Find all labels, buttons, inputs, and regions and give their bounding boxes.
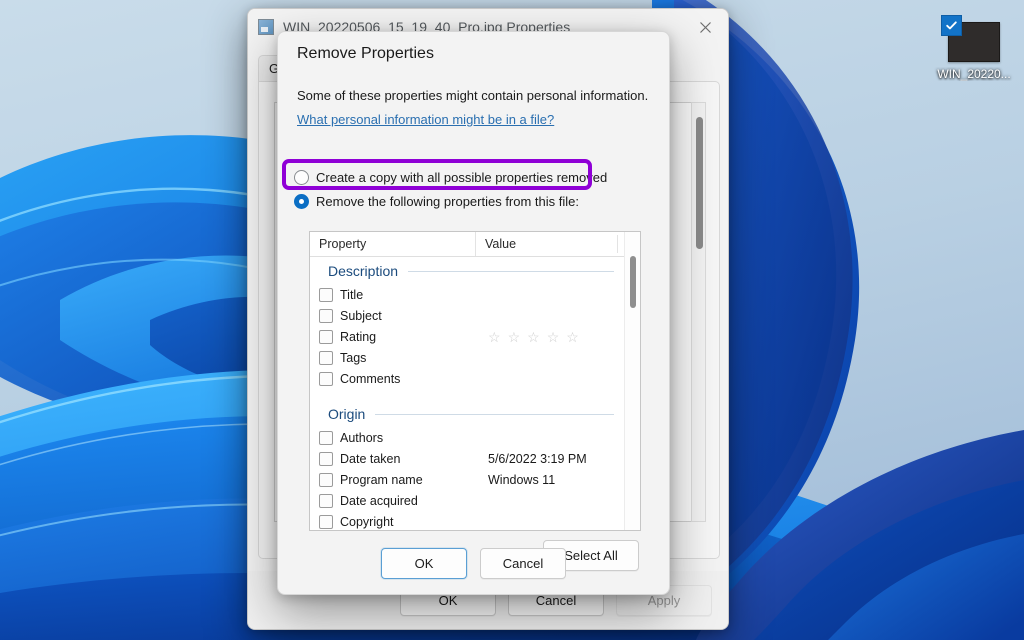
properties-list[interactable]: Property Value Description Title Subject… xyxy=(309,231,641,531)
checkbox-tags[interactable] xyxy=(319,350,333,365)
property-name: Comments xyxy=(340,371,401,386)
group-label: Description xyxy=(328,263,399,279)
group-header-origin: Origin xyxy=(310,401,624,427)
remove-properties-dialog[interactable]: Remove Properties Some of these properti… xyxy=(277,31,670,595)
table-row[interactable]: Rating ☆ ☆ ☆ ☆ ☆ xyxy=(310,326,624,347)
radio-remove-following-label: Remove the following properties from thi… xyxy=(316,194,580,209)
properties-list-scrollbar-thumb[interactable] xyxy=(630,256,636,308)
column-header-property[interactable]: Property xyxy=(310,237,475,251)
table-row[interactable]: Comments xyxy=(310,368,624,389)
file-thumbnail[interactable] xyxy=(941,15,1000,62)
rating-stars-icon[interactable]: ☆ ☆ ☆ ☆ ☆ xyxy=(488,330,579,344)
personal-info-help-link[interactable]: What personal information might be in a … xyxy=(297,112,554,127)
table-row[interactable]: Date taken 5/6/2022 3:19 PM xyxy=(310,448,624,469)
radio-unselected-icon[interactable] xyxy=(294,170,309,185)
desktop-icon-win-20220506[interactable]: WIN_20220... xyxy=(930,15,1018,81)
checkbox-date-taken[interactable] xyxy=(319,451,333,466)
property-name: Title xyxy=(340,287,364,302)
group-label: Origin xyxy=(328,406,366,422)
properties-list-scrollbar[interactable] xyxy=(624,232,640,530)
property-name: Date acquired xyxy=(340,493,418,508)
table-row[interactable]: Copyright xyxy=(310,511,624,530)
checkmark-icon xyxy=(941,15,962,36)
properties-list-header: Property Value xyxy=(310,232,640,257)
table-row[interactable]: Title xyxy=(310,284,624,305)
dialog-description: Some of these properties might contain p… xyxy=(297,88,649,103)
property-value: Windows 11 xyxy=(488,472,556,487)
property-name: Subject xyxy=(340,308,382,323)
group-rule xyxy=(375,413,614,415)
column-divider xyxy=(617,235,618,253)
checkbox-comments[interactable] xyxy=(319,371,333,386)
dialog-ok-button[interactable]: OK xyxy=(381,547,467,579)
properties-list-rows: Description Title Subject Rating ☆ ☆ ☆ ☆… xyxy=(310,258,624,530)
property-value: 5/6/2022 3:19 PM xyxy=(488,451,587,466)
property-name: Program name xyxy=(340,472,423,487)
checkbox-copyright[interactable] xyxy=(319,514,333,529)
close-icon[interactable] xyxy=(682,9,728,45)
radio-remove-following[interactable]: Remove the following properties from thi… xyxy=(294,194,579,209)
dialog-cancel-button[interactable]: Cancel xyxy=(480,547,566,579)
table-row[interactable]: Date acquired xyxy=(310,490,624,511)
image-file-icon xyxy=(258,19,274,35)
radio-selected-icon[interactable] xyxy=(294,194,309,209)
desktop[interactable]: WIN_20220... WIN_20220506_15_19_40_Pro.j… xyxy=(0,0,1024,640)
table-row[interactable]: Tags xyxy=(310,347,624,368)
property-name: Date taken xyxy=(340,451,401,466)
properties-scrollbar-thumb[interactable] xyxy=(696,117,703,249)
table-row[interactable]: Authors xyxy=(310,427,624,448)
dialog-title: Remove Properties xyxy=(297,45,434,62)
group-rule xyxy=(408,270,614,272)
checkbox-date-acquired[interactable] xyxy=(319,493,333,508)
radio-create-copy[interactable]: Create a copy with all possible properti… xyxy=(294,170,607,185)
table-row[interactable]: Subject xyxy=(310,305,624,326)
property-name: Rating xyxy=(340,329,377,344)
property-name: Tags xyxy=(340,350,367,365)
property-name: Authors xyxy=(340,430,384,445)
checkbox-subject[interactable] xyxy=(319,308,333,323)
checkbox-rating[interactable] xyxy=(319,329,333,344)
checkbox-authors[interactable] xyxy=(319,430,333,445)
column-header-value[interactable]: Value xyxy=(475,232,640,256)
checkbox-title[interactable] xyxy=(319,287,333,302)
checkbox-program-name[interactable] xyxy=(319,472,333,487)
dialog-footer: OK Cancel xyxy=(278,532,669,594)
desktop-icon-label: WIN_20220... xyxy=(937,67,1011,81)
group-header-description: Description xyxy=(310,258,624,284)
property-name: Copyright xyxy=(340,514,394,529)
properties-scrollbar[interactable] xyxy=(691,102,706,522)
table-row[interactable]: Program name Windows 11 xyxy=(310,469,624,490)
radio-create-copy-label: Create a copy with all possible properti… xyxy=(316,170,608,185)
